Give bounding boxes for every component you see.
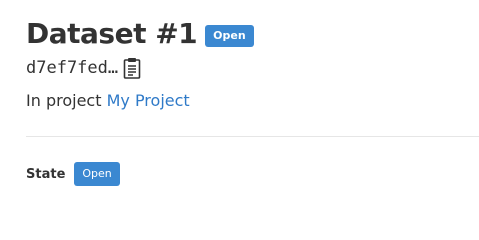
divider bbox=[26, 136, 479, 137]
status-badge: Open bbox=[205, 25, 254, 47]
state-badge: Open bbox=[74, 162, 120, 186]
state-row: State Open bbox=[26, 162, 120, 186]
dataset-panel: Dataset #1 Open d7ef7fed… In project My … bbox=[26, 0, 479, 201]
project-prefix: In project bbox=[26, 91, 102, 110]
dataset-short-id: d7ef7fed… bbox=[26, 58, 119, 78]
clipboard-icon[interactable] bbox=[123, 57, 141, 79]
title-row: Dataset #1 Open bbox=[26, 14, 254, 54]
page-title: Dataset #1 bbox=[26, 17, 198, 50]
state-label: State bbox=[26, 166, 66, 182]
project-line: In project My Project bbox=[26, 89, 190, 113]
dataset-id-row: d7ef7fed… bbox=[26, 56, 141, 80]
project-link[interactable]: My Project bbox=[107, 91, 190, 110]
